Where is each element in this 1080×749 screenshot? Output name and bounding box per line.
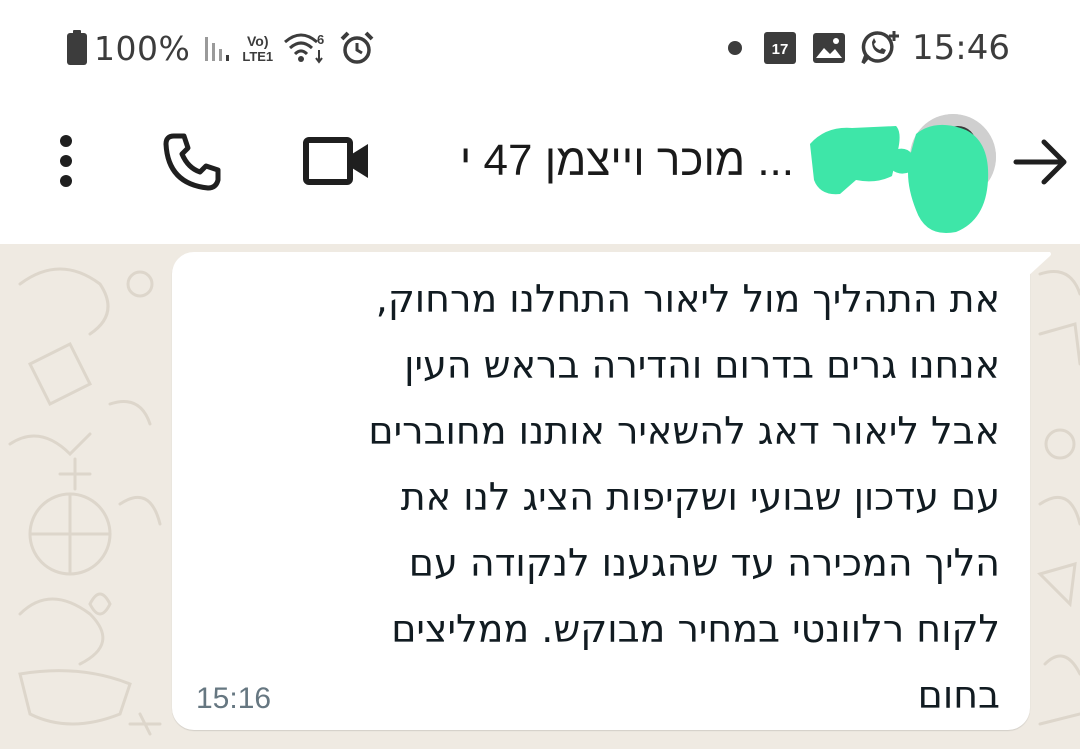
whatsapp-chat-screen: 100% Vo) LTE1 6 [0,0,1080,749]
volte-label: Vo) [247,32,269,49]
gallery-icon [812,32,846,64]
chat-area[interactable]: את התהליך מול ליאור התחלנו מרחוק, אנחנו … [0,244,1080,749]
incoming-message-bubble[interactable]: את התהליך מול ליאור התחלנו מרחוק, אנחנו … [172,252,1030,730]
menu-icon[interactable] [52,134,80,188]
dot-icon [728,41,743,55]
contact-name[interactable]: ‫... מוכר וייצמן 47 י‬ [394,134,794,188]
message-time: 15:16 [196,682,272,715]
lte-label: LTE1 [242,48,274,64]
volte-lte-indicator: Vo) LTE1 [242,34,273,63]
redaction-mark [806,120,992,238]
message-text: את התהליך מול ליאור התחלנו מרחוק, אנחנו … [368,277,1000,717]
status-bar: 100% Vo) LTE1 6 17 15:46 [0,0,1080,96]
calendar-day: 17 [771,41,789,58]
bubble-tail [1026,252,1052,278]
phone-icon[interactable] [160,130,222,192]
battery-icon [66,30,88,66]
status-clock: 15:46 [912,28,1010,68]
battery-percentage: 100% [94,28,191,68]
video-icon[interactable] [302,136,372,186]
status-right: 17 15:46 [728,26,1010,70]
wifi-icon: 6 [283,30,327,66]
whatsapp-icon [860,29,900,67]
alarm-icon [339,30,375,66]
signal-icon [204,33,232,63]
back-arrow-icon[interactable] [1010,136,1070,188]
calendar-icon: 17 [764,32,797,64]
svg-text:6: 6 [317,32,324,47]
status-left: 100% Vo) LTE1 6 [66,26,375,70]
chat-header: ‫... מוכר וייצמן 47 י‬ [0,96,1080,244]
